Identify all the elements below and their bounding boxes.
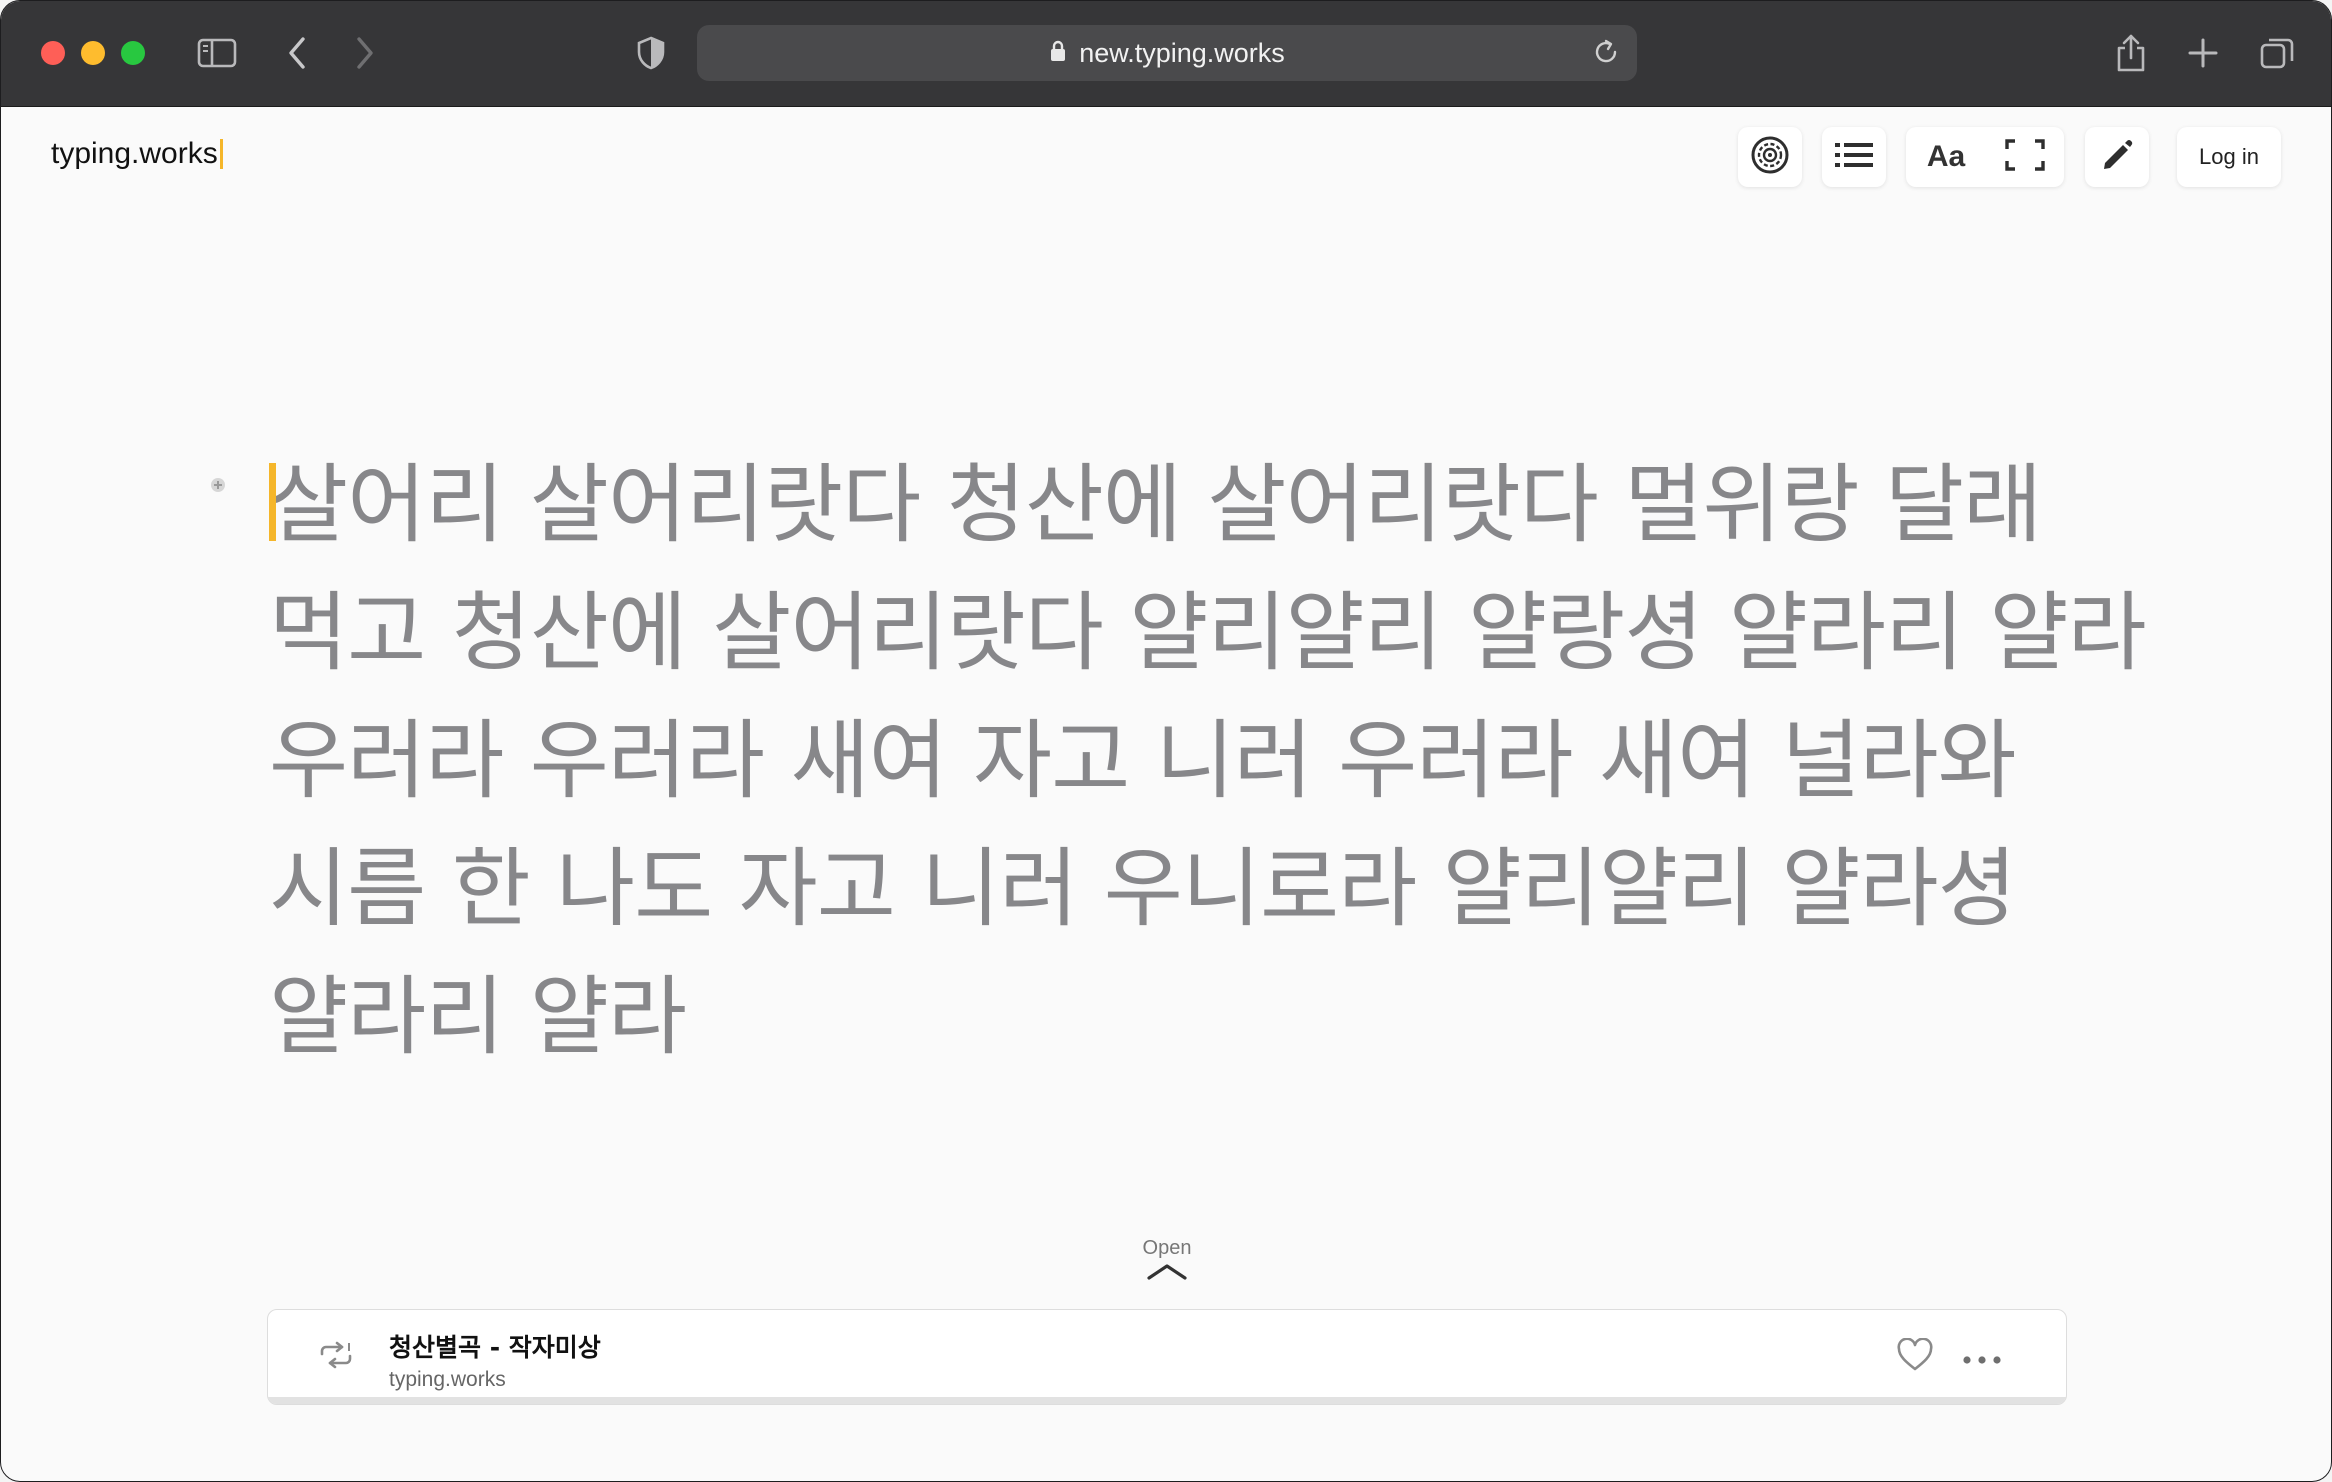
brand-logo[interactable]: typing.works [51, 137, 223, 171]
typing-caret [269, 463, 276, 541]
brand-caret [219, 139, 223, 169]
minimize-window-button[interactable] [81, 41, 105, 65]
playback-progress-bar[interactable] [268, 1397, 2066, 1404]
track-source: typing.works [389, 1368, 506, 1391]
list-button-group [1822, 127, 1886, 187]
edit-button[interactable] [2085, 127, 2149, 187]
edit-button-group [2085, 127, 2149, 187]
text-line: 먹고 청산에 살어리랏다 얄리얄리 얄랑셩 얄라리 얄라 [269, 583, 2147, 683]
close-window-button[interactable] [41, 41, 65, 65]
reload-icon[interactable] [1591, 37, 1621, 71]
pencil-icon [2099, 137, 2135, 177]
font-size-label: Aa [1926, 140, 1966, 173]
forward-icon[interactable] [341, 29, 389, 77]
fullscreen-icon [2005, 139, 2045, 175]
url-text: new.typing.works [1079, 37, 1285, 68]
lock-icon [1049, 39, 1067, 67]
fullscreen-button[interactable] [1986, 127, 2064, 187]
new-tab-icon[interactable] [2179, 29, 2227, 77]
chevron-up-icon [1145, 1260, 1189, 1286]
browser-toolbar: new.typing.works [1, 1, 2331, 107]
back-icon[interactable] [273, 29, 321, 77]
settings-button-group [1738, 127, 1802, 187]
track-title: 청산별곡 - 작자미상 [389, 1333, 601, 1362]
typing-text-area[interactable]: 살어리 살어리랏다 청산에 살어리랏다 멀위랑 달래 먹고 청산에 살어리랏다 … [269, 441, 2147, 1081]
login-button[interactable]: Log in [2177, 127, 2281, 187]
font-size-button[interactable]: Aa [1906, 127, 1986, 187]
text-line: 얄라리 얄라 [269, 967, 687, 1067]
text-line: 우러라 우러라 새여 자고 니러 우러라 새여 널라와 [269, 711, 2017, 811]
zoom-window-button[interactable] [121, 41, 145, 65]
now-playing-bar[interactable]: 청산별곡 - 작자미상 typing.works [267, 1309, 2067, 1405]
tabs-icon[interactable] [2253, 29, 2301, 77]
open-label: Open [1142, 1237, 1192, 1259]
brand-name: typing.works [51, 137, 218, 170]
settings-button[interactable] [1738, 127, 1802, 187]
heart-icon[interactable] [1896, 1337, 1934, 1376]
view-button-group: Aa [1906, 127, 2064, 187]
line-marker-icon [209, 476, 227, 494]
more-icon[interactable] [1962, 1350, 2002, 1369]
address-bar[interactable]: new.typing.works [697, 25, 1637, 81]
list-button[interactable] [1822, 127, 1886, 187]
sidebar-icon[interactable] [193, 29, 241, 77]
settings-icon [1749, 134, 1791, 180]
open-panel-toggle[interactable]: Open [1117, 1237, 1217, 1299]
browser-window: new.typing.works typing.works Aa Log in … [0, 0, 2332, 1482]
share-icon[interactable] [2107, 29, 2155, 77]
text-line: 시름 한 나도 자고 니러 우니로라 얄리얄리 얄라셩 [269, 839, 2017, 939]
text-line: 살어리 살어리랏다 청산에 살어리랏다 멀위랑 달래 [269, 455, 2042, 555]
repeat-one-icon[interactable] [318, 1340, 354, 1374]
shield-icon[interactable] [627, 29, 675, 77]
list-icon [1834, 141, 1874, 173]
